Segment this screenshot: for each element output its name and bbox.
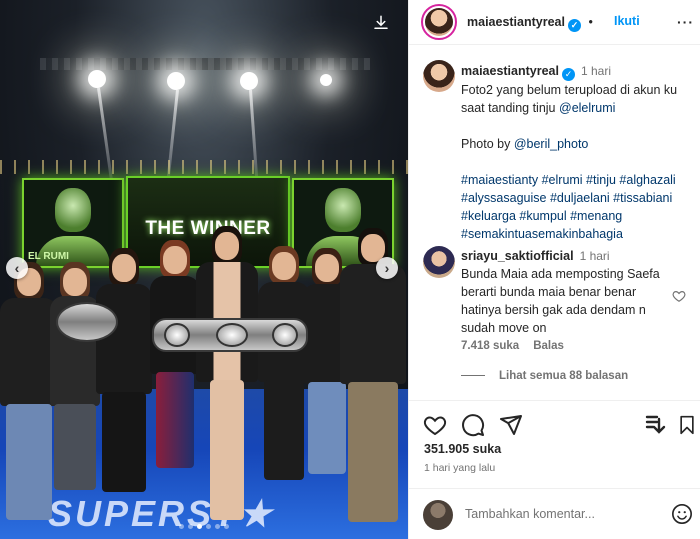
stage-light-strip [0, 160, 408, 174]
commenter-avatar[interactable] [423, 246, 455, 278]
screen-caption: EL RUMI [28, 251, 69, 262]
mention-link[interactable]: @beril_photo [514, 137, 589, 151]
comment-text: Bunda Maia ada memposting Saefa berarti … [461, 267, 660, 335]
post-actions: 351.905 suka 1 hari yang lalu [409, 400, 700, 488]
person [150, 240, 200, 470]
carousel-prev-button[interactable]: ‹ [6, 257, 28, 279]
verified-badge-icon: ✓ [567, 19, 581, 32]
save-to-collection-icon[interactable] [643, 413, 667, 437]
caption-username[interactable]: maiaestiantyreal [461, 64, 559, 78]
comment-input[interactable]: Tambahkan komentar... [465, 507, 595, 521]
download-icon[interactable] [372, 14, 390, 32]
carousel-dot [179, 524, 184, 529]
caption-time[interactable]: 1 hari [581, 64, 611, 78]
carousel-dots [0, 524, 408, 529]
stage-light [167, 72, 185, 90]
comment-time[interactable]: 1 hari [580, 249, 610, 263]
viewer-avatar [423, 500, 453, 530]
championship-belt [152, 318, 308, 352]
view-replies-text[interactable]: Lihat semua 88 balasan [499, 370, 628, 382]
person [96, 248, 152, 498]
follow-button[interactable]: Ikuti [614, 14, 640, 28]
verified-badge-icon: ✓ [561, 68, 575, 81]
share-icon[interactable] [499, 413, 523, 437]
comment-composer: Tambahkan komentar... [409, 488, 700, 539]
comment: sriayu_saktiofficial 1 hari Bunda Maia ad… [461, 247, 673, 337]
post-likes-count[interactable]: 351.905 suka [424, 442, 501, 456]
author-username[interactable]: maiaestiantyreal ✓ • [467, 15, 593, 32]
carousel-dot [206, 524, 211, 529]
post-header: maiaestiantyreal ✓ • Ikuti ··· [409, 0, 700, 45]
header-separator: • [588, 15, 593, 29]
hashtags[interactable]: #maiaestianty #elrumi #tinju #alghazali … [461, 171, 693, 243]
mention-link[interactable]: @elelrumi [559, 101, 615, 115]
post-date[interactable]: 1 hari yang lalu [424, 462, 495, 474]
screen-portrait [325, 188, 361, 232]
comment-likes[interactable]: 7.418 suka [461, 340, 519, 352]
person-champion [196, 226, 258, 526]
photo-credit-text: Photo by [461, 137, 514, 151]
stage-light [88, 70, 106, 88]
post-caption: maiaestiantyreal ✓ 1 hari Foto2 yang belum… [461, 62, 693, 243]
comment-icon[interactable] [461, 413, 485, 437]
post-photo[interactable]: EL RUMI THE WINNER SUPERST★ ‹ › [0, 0, 408, 539]
lighting-truss [40, 58, 370, 70]
stage-light [320, 74, 332, 86]
bookmark-icon[interactable] [677, 413, 697, 437]
carousel-dot [215, 524, 220, 529]
view-replies-button[interactable]: Lihat semua 88 balasan [461, 370, 628, 382]
emoji-icon[interactable] [671, 503, 693, 525]
caption-avatar[interactable] [423, 60, 455, 92]
like-heart-icon[interactable] [423, 413, 447, 437]
carousel-dot [224, 524, 229, 529]
screen-portrait [55, 188, 91, 232]
championship-belt [56, 302, 118, 342]
commenter-username[interactable]: sriayu_saktiofficial [461, 249, 574, 263]
more-options-icon[interactable]: ··· [677, 14, 694, 30]
post-sidebar: maiaestiantyreal ✓ • Ikuti ··· maiaestian… [408, 0, 700, 539]
carousel-dot [188, 524, 193, 529]
carousel-next-button[interactable]: › [376, 257, 398, 279]
author-avatar[interactable] [421, 4, 457, 40]
comment-meta: 7.418 suka Balas [461, 340, 578, 352]
author-username-text[interactable]: maiaestiantyreal [467, 15, 565, 29]
person [50, 262, 100, 492]
carousel-dot [197, 524, 202, 529]
stage-light [240, 72, 258, 90]
reply-button[interactable]: Balas [533, 340, 564, 352]
comment-like-heart-icon[interactable] [672, 289, 686, 303]
